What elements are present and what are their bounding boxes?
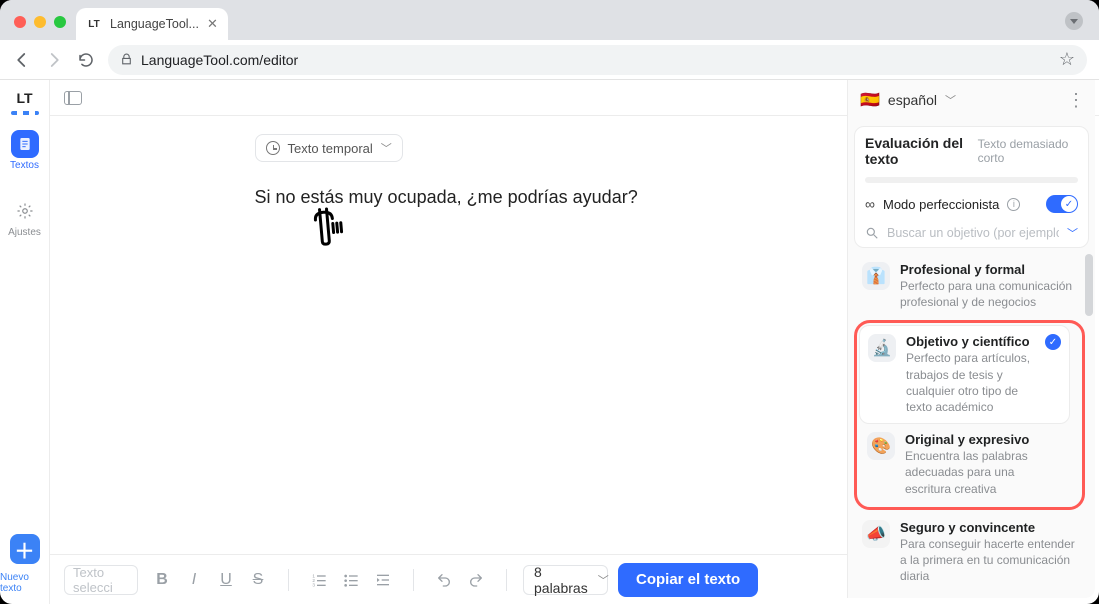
- sidebar-item-label: Ajustes: [8, 227, 41, 238]
- goal-icon: 🔬: [868, 334, 896, 362]
- goal-option-original[interactable]: 🎨 Original y expresivo Encuentra las pal…: [859, 424, 1070, 505]
- nav-forward-button[interactable]: [44, 51, 64, 69]
- window-controls: [14, 16, 66, 28]
- window-zoom[interactable]: [54, 16, 66, 28]
- redo-button[interactable]: [462, 566, 490, 594]
- goal-icon: 📣: [862, 520, 890, 548]
- nav-back-button[interactable]: [12, 51, 32, 69]
- lock-icon: [120, 53, 133, 66]
- bold-button[interactable]: B: [148, 566, 176, 594]
- scrollbar-thumb[interactable]: [1085, 254, 1093, 316]
- undo-button[interactable]: [430, 566, 458, 594]
- new-text-label: Nuevo texto: [0, 572, 49, 594]
- goal-icon: 👔: [862, 262, 890, 290]
- goal-highlight: 🔬 Objetivo y científico Perfecto para ar…: [854, 320, 1085, 509]
- sidebar-item-textos[interactable]: Textos: [5, 124, 45, 177]
- search-icon: [865, 226, 879, 240]
- gear-icon: [11, 197, 39, 225]
- evaluation-progress: [865, 177, 1078, 183]
- goal-icon: 🎨: [867, 432, 895, 460]
- browser-toolbar: LanguageTool.com/editor ☆: [0, 40, 1099, 80]
- goal-option-objetivo[interactable]: 🔬 Objetivo y científico Perfecto para ar…: [859, 325, 1070, 424]
- indent-button[interactable]: [369, 566, 397, 594]
- window-minimize[interactable]: [34, 16, 46, 28]
- underline-button[interactable]: U: [212, 566, 240, 594]
- document-title-pill[interactable]: Texto temporal ﹀: [255, 134, 403, 162]
- evaluation-status: Texto demasiado corto: [978, 137, 1078, 165]
- bullet-list-button[interactable]: [337, 566, 365, 594]
- infinity-icon: ∞: [865, 196, 875, 212]
- right-panel: 🇪🇸 español ﹀ ⋮ Evaluación del texto Text…: [847, 80, 1095, 598]
- goal-title: Objetivo y científico: [906, 334, 1035, 349]
- tab-favicon: [86, 16, 102, 32]
- strike-button[interactable]: S: [244, 566, 272, 594]
- goal-search-input[interactable]: [885, 225, 1061, 241]
- format-toolbar: Texto selecci B I U S 123: [50, 554, 847, 604]
- address-bar[interactable]: LanguageTool.com/editor ☆: [108, 45, 1087, 75]
- mode-toggle[interactable]: [1046, 195, 1078, 213]
- italic-button[interactable]: I: [180, 566, 208, 594]
- scrollbar-track[interactable]: [1085, 254, 1093, 598]
- goal-option-profesional[interactable]: 👔 Profesional y formal Perfecto para una…: [854, 254, 1083, 318]
- browser-tab-strip: LanguageTool... ✕: [0, 0, 1099, 40]
- svg-text:3: 3: [312, 582, 315, 587]
- goal-title: Original y expresivo: [905, 432, 1062, 447]
- browser-tab[interactable]: LanguageTool... ✕: [76, 8, 228, 40]
- nav-reload-button[interactable]: [76, 51, 96, 69]
- ordered-list-button[interactable]: 123: [305, 566, 333, 594]
- document-title: Texto temporal: [288, 141, 373, 156]
- chevron-down-icon[interactable]: ﹀: [1067, 225, 1078, 241]
- mode-label: Modo perfeccionista: [883, 197, 999, 212]
- goal-desc: Para conseguir hacerte entender a la pri…: [900, 536, 1075, 585]
- document-icon: [11, 130, 39, 158]
- bookmark-star-icon[interactable]: ☆: [1059, 49, 1075, 70]
- clock-icon: [266, 141, 280, 155]
- profile-menu[interactable]: [1065, 12, 1083, 30]
- evaluation-title: Evaluación del texto: [865, 135, 978, 167]
- mouse-cursor-icon: [308, 205, 345, 248]
- goal-desc: Perfecto para artículos, trabajos de tes…: [906, 350, 1035, 415]
- sidebar-item-ajustes[interactable]: Ajustes: [5, 191, 45, 244]
- left-sidebar: Textos Ajustes ＋ Nuevo texto: [0, 80, 50, 604]
- app-logo[interactable]: [13, 90, 37, 110]
- sidebar-item-label: Textos: [10, 160, 39, 171]
- info-icon[interactable]: i: [1007, 198, 1020, 211]
- language-flag-icon: 🇪🇸: [860, 90, 880, 110]
- goal-desc: Perfecto para una comunicación profesion…: [900, 278, 1075, 310]
- goal-option-seguro[interactable]: 📣 Seguro y convincente Para conseguir ha…: [854, 512, 1083, 593]
- goal-option-personal[interactable]: 💬 Personal y motivador Escritura persona…: [854, 592, 1083, 598]
- window-close[interactable]: [14, 16, 26, 28]
- chevron-down-icon: ﹀: [598, 572, 609, 588]
- tab-title: LanguageTool...: [110, 17, 199, 31]
- goal-title: Profesional y formal: [900, 262, 1075, 277]
- tab-close-icon[interactable]: ✕: [207, 16, 218, 32]
- toggle-left-panel-icon[interactable]: [64, 91, 82, 105]
- goal-desc: Encuentra las palabras adecuadas para un…: [905, 448, 1062, 497]
- copy-text-button[interactable]: Copiar el texto: [618, 563, 758, 597]
- chevron-down-icon: ﹀: [381, 140, 392, 156]
- goal-selected-check-icon: ✓: [1045, 334, 1061, 350]
- more-menu-icon[interactable]: ⋮: [1067, 90, 1083, 111]
- word-count[interactable]: 8 palabras ﹀: [523, 565, 608, 595]
- new-text-button[interactable]: ＋: [10, 534, 40, 564]
- font-select[interactable]: Texto selecci: [64, 565, 138, 595]
- address-url: LanguageTool.com/editor: [141, 52, 298, 68]
- document-body[interactable]: Si no estás muy ocupada, ¿me podrías ayu…: [255, 184, 895, 211]
- goal-title: Seguro y convincente: [900, 520, 1075, 535]
- language-name[interactable]: español: [888, 92, 937, 108]
- chevron-down-icon[interactable]: ﹀: [945, 92, 956, 108]
